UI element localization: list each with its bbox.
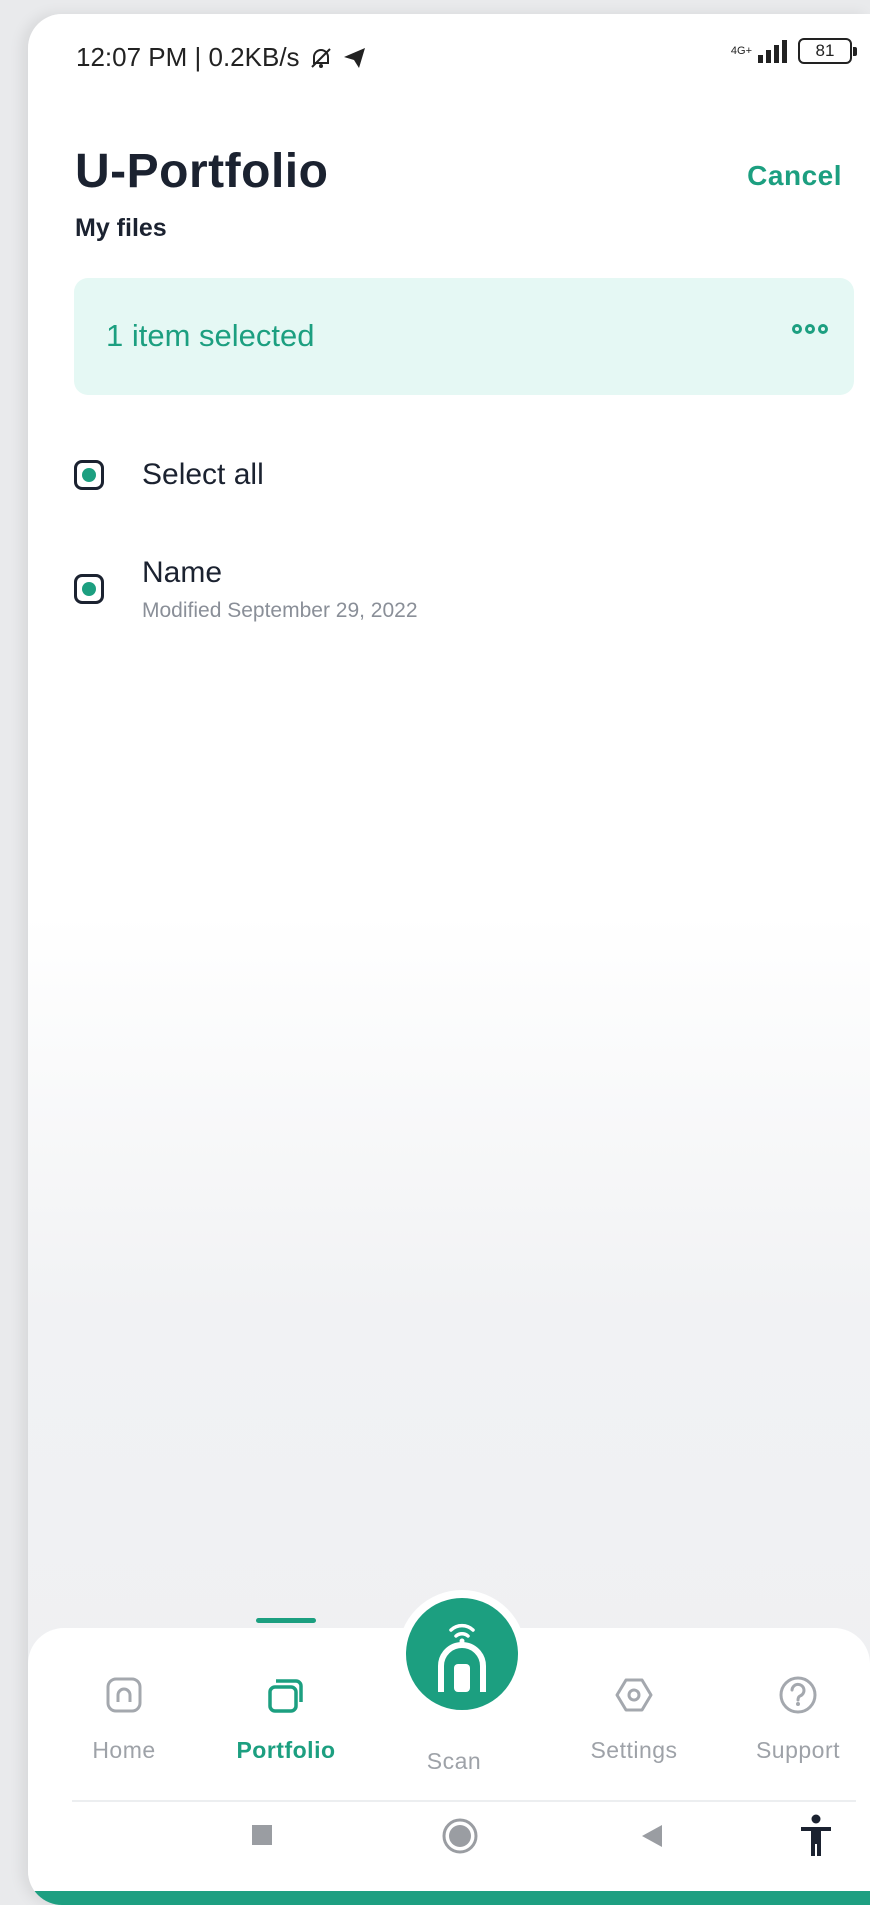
support-icon [779, 1676, 817, 1714]
more-dot-icon [818, 324, 828, 334]
nav-item-support[interactable]: Support [728, 1672, 868, 1764]
nav-label-portfolio: Portfolio [236, 1737, 336, 1763]
nav-label-settings: Settings [590, 1737, 678, 1763]
telegram-icon [343, 47, 365, 68]
more-dot-icon [805, 324, 815, 334]
phone-screen: 12:07 PM | 0.2KB/s 4G+ 81 U-Portfolio My… [28, 14, 870, 1905]
file-checkbox[interactable] [74, 574, 104, 604]
page-title: U-Portfolio [75, 145, 329, 198]
select-all-label[interactable]: Select all [142, 458, 264, 492]
selection-banner: 1 item selected [74, 278, 854, 395]
scan-button[interactable] [398, 1590, 526, 1718]
nav-label-scan: Scan [426, 1748, 482, 1774]
circle-icon [442, 1818, 478, 1854]
nav-label-support: Support [755, 1737, 841, 1763]
network-indicator: 4G+ [730, 44, 752, 57]
nav-label-home: Home [92, 1737, 156, 1763]
network-type: 4G+ [730, 44, 752, 57]
square-icon [252, 1825, 272, 1845]
home-icon [106, 1677, 142, 1713]
file-modified-date: Modified September 29, 2022 [142, 599, 418, 622]
signal-icon [758, 40, 787, 63]
home-system-button[interactable] [442, 1818, 478, 1859]
bottom-navigation: Home Portfolio Scan Settings Support [28, 1590, 870, 1891]
back-button[interactable] [640, 1823, 664, 1854]
settings-icon [615, 1678, 653, 1712]
status-bar-left: 12:07 PM | 0.2KB/s [76, 42, 368, 73]
recent-apps-button[interactable] [250, 1823, 274, 1852]
battery-level: 81 [815, 41, 835, 60]
active-tab-indicator [256, 1618, 316, 1623]
bottom-accent-bar [28, 1891, 870, 1905]
back-triangle-icon [642, 1825, 662, 1847]
accessibility-icon [801, 1814, 831, 1856]
more-options-button[interactable] [792, 324, 828, 334]
mute-icon [310, 47, 331, 68]
page-subtitle: My files [75, 214, 167, 242]
nav-item-portfolio[interactable]: Portfolio [216, 1672, 356, 1764]
file-name[interactable]: Name [142, 556, 222, 590]
nav-item-scan[interactable]: Scan [384, 1734, 524, 1775]
scan-icon [438, 1623, 486, 1692]
nav-item-settings[interactable]: Settings [564, 1672, 704, 1764]
checkbox-checked-mark [82, 582, 96, 596]
battery-indicator: 81 [798, 38, 857, 64]
status-time-speed: 12:07 PM | 0.2KB/s [76, 42, 300, 72]
checkbox-checked-mark [82, 468, 96, 482]
portfolio-icon [268, 1679, 303, 1713]
select-all-checkbox[interactable] [74, 460, 104, 490]
nav-divider [72, 1800, 856, 1802]
nav-item-home[interactable]: Home [54, 1672, 194, 1764]
selection-count-text: 1 item selected [106, 318, 315, 353]
accessibility-button[interactable] [798, 1814, 834, 1863]
status-bar-right: 4G+ 81 [730, 38, 857, 64]
more-dot-icon [792, 324, 802, 334]
cancel-button[interactable]: Cancel [747, 160, 842, 192]
